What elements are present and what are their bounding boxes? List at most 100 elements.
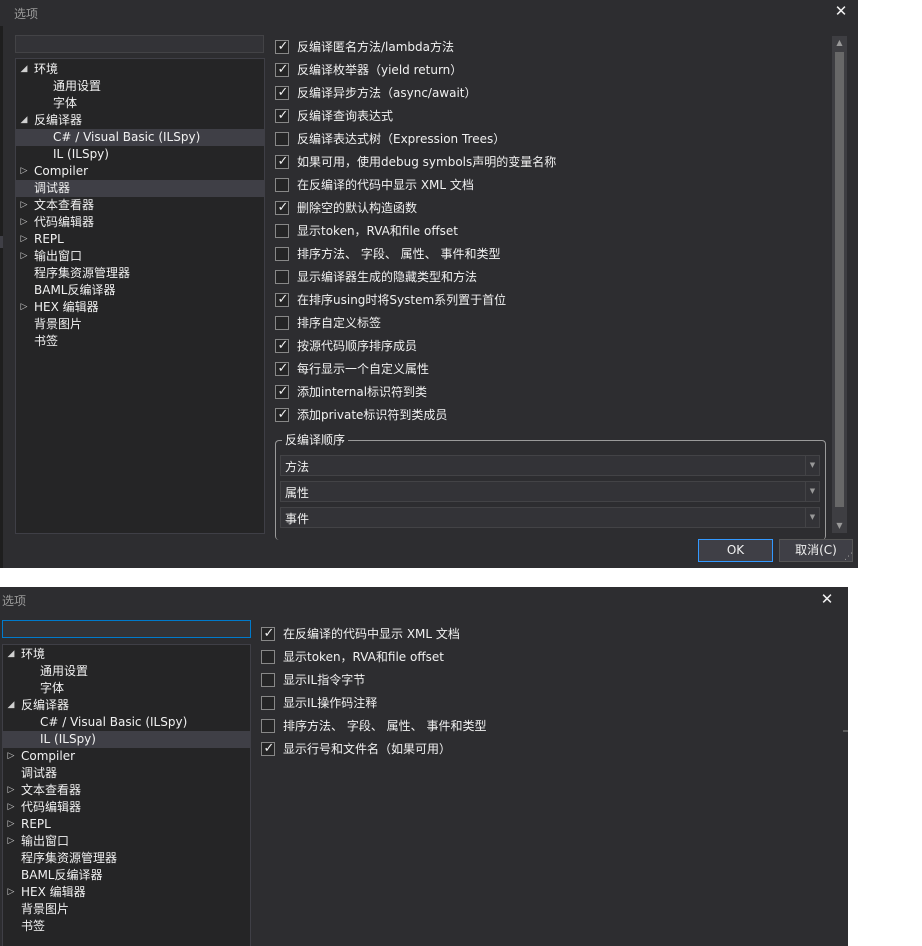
option-checkbox-row[interactable]: ✓ 删除空的默认构造函数 [272, 197, 832, 220]
triangle-collapsed-icon[interactable]: ▷ [6, 799, 16, 816]
option-checkbox[interactable] [275, 224, 289, 238]
tree-item[interactable]: C# / Visual Basic (ILSpy) [16, 129, 264, 146]
option-checkbox[interactable]: ✓ [275, 62, 289, 77]
triangle-collapsed-icon[interactable]: ▷ [6, 816, 16, 833]
tree-item[interactable]: ▷ Compiler [3, 748, 250, 765]
vertical-scrollbar[interactable]: ▲ ▼ [832, 36, 847, 533]
option-checkbox-row[interactable]: 在反编译的代码中显示 XML 文档 [272, 174, 832, 197]
tree-item[interactable]: ▷ 输出窗口 [16, 248, 264, 265]
chevron-down-icon[interactable]: ▼ [805, 508, 819, 527]
tree-item[interactable]: ▷ 代码编辑器 [3, 799, 250, 816]
options-tree[interactable]: ◢ 环境 通用设置 字体 ◢ 反编译器 C# / Visual Basic (ILSpy) I… [15, 58, 265, 534]
option-checkbox-row[interactable]: ✓ 如果可用，使用debug symbols声明的变量名称 [272, 151, 832, 174]
triangle-expanded-icon[interactable]: ◢ [6, 697, 16, 714]
tree-item[interactable]: ▷ REPL [16, 231, 264, 248]
tree-item[interactable]: 书签 [3, 918, 250, 935]
option-checkbox-row[interactable]: 排序自定义标签 [272, 312, 832, 335]
option-checkbox-row[interactable]: 显示编译器生成的隐藏类型和方法 [272, 266, 832, 289]
option-checkbox[interactable] [275, 270, 289, 284]
triangle-collapsed-icon[interactable]: ▷ [6, 782, 16, 799]
triangle-expanded-icon[interactable]: ◢ [6, 646, 16, 663]
triangle-collapsed-icon[interactable]: ▷ [6, 884, 16, 901]
tree-item[interactable]: ◢ 反编译器 [16, 112, 264, 129]
resize-grip-icon[interactable]: ⋰ [844, 552, 856, 564]
tree-item[interactable]: ▷ HEX 编辑器 [16, 299, 264, 316]
option-checkbox[interactable]: ✓ [275, 39, 289, 54]
option-checkbox-row[interactable]: ✓ 每行显示一个自定义属性 [272, 358, 832, 381]
tree-item[interactable]: 程序集资源管理器 [3, 850, 250, 867]
search-input[interactable] [2, 620, 251, 638]
option-checkbox[interactable]: ✓ [261, 626, 275, 641]
option-checkbox[interactable] [261, 673, 275, 687]
tree-item[interactable]: IL (ILSpy) [3, 731, 250, 748]
ok-button[interactable]: OK [698, 539, 773, 562]
option-checkbox[interactable]: ✓ [275, 407, 289, 422]
option-checkbox[interactable]: ✓ [275, 108, 289, 123]
option-checkbox-row[interactable]: ✓ 反编译查询表达式 [272, 105, 832, 128]
title-bar[interactable]: 选项 ✕ [0, 587, 848, 613]
option-checkbox-row[interactable]: ✓ 显示行号和文件名（如果可用） [258, 738, 838, 761]
option-checkbox-row[interactable]: ✓ 在排序using时将System系列置于首位 [272, 289, 832, 312]
triangle-expanded-icon[interactable]: ◢ [19, 61, 29, 78]
triangle-collapsed-icon[interactable]: ▷ [19, 214, 29, 231]
option-checkbox[interactable]: ✓ [261, 741, 275, 756]
order-combo-3[interactable]: 事件 ▼ [280, 507, 820, 528]
option-checkbox-row[interactable]: ✓ 反编译枚举器（yield return） [272, 59, 832, 82]
tree-item[interactable]: ▷ 代码编辑器 [16, 214, 264, 231]
option-checkbox-row[interactable]: 显示token，RVA和file offset [258, 646, 838, 669]
tree-item[interactable]: C# / Visual Basic (ILSpy) [3, 714, 250, 731]
tree-item[interactable]: ◢ 反编译器 [3, 697, 250, 714]
chevron-down-icon[interactable]: ▼ [805, 482, 819, 501]
tree-item[interactable]: BAML反编译器 [16, 282, 264, 299]
title-bar[interactable]: 选项 ✕ [0, 0, 858, 26]
option-checkbox[interactable] [261, 719, 275, 733]
tree-item[interactable]: ▷ 文本查看器 [3, 782, 250, 799]
option-checkbox-row[interactable]: ✓ 在反编译的代码中显示 XML 文档 [258, 623, 838, 646]
option-checkbox-row[interactable]: 排序方法、 字段、 属性、 事件和类型 [258, 715, 838, 738]
option-checkbox[interactable] [261, 650, 275, 664]
option-checkbox[interactable] [275, 247, 289, 261]
tree-item[interactable]: ▷ 文本查看器 [16, 197, 264, 214]
chevron-down-icon[interactable]: ▼ [805, 456, 819, 475]
option-checkbox[interactable] [275, 316, 289, 330]
order-combo-2[interactable]: 属性 ▼ [280, 481, 820, 502]
tree-item[interactable]: 背景图片 [3, 901, 250, 918]
option-checkbox-row[interactable]: ✓ 反编译异步方法（async/await） [272, 82, 832, 105]
tree-item[interactable]: IL (ILSpy) [16, 146, 264, 163]
tree-item[interactable]: ▷ 输出窗口 [3, 833, 250, 850]
option-checkbox[interactable] [275, 132, 289, 146]
close-icon[interactable]: ✕ [833, 3, 849, 19]
triangle-collapsed-icon[interactable]: ▷ [6, 833, 16, 850]
option-checkbox[interactable] [275, 178, 289, 192]
scrollbar-thumb[interactable] [835, 52, 844, 507]
option-checkbox-row[interactable]: ✓ 按源代码顺序排序成员 [272, 335, 832, 358]
option-checkbox[interactable]: ✓ [275, 361, 289, 376]
triangle-collapsed-icon[interactable]: ▷ [19, 163, 29, 180]
option-checkbox[interactable]: ✓ [275, 384, 289, 399]
cancel-button[interactable]: 取消(C) [779, 539, 853, 562]
tree-item[interactable]: ◢ 环境 [16, 61, 264, 78]
triangle-collapsed-icon[interactable]: ▷ [6, 748, 16, 765]
tree-item[interactable]: ▷ Compiler [16, 163, 264, 180]
option-checkbox[interactable]: ✓ [275, 200, 289, 215]
tree-item[interactable]: 通用设置 [16, 78, 264, 95]
tree-item[interactable]: 字体 [3, 680, 250, 697]
tree-item[interactable]: 书签 [16, 333, 264, 350]
option-checkbox[interactable]: ✓ [275, 338, 289, 353]
tree-item[interactable]: ▷ REPL [3, 816, 250, 833]
option-checkbox-row[interactable]: 显示IL指令字节 [258, 669, 838, 692]
triangle-collapsed-icon[interactable]: ▷ [19, 299, 29, 316]
tree-item[interactable]: 调试器 [16, 180, 264, 197]
option-checkbox[interactable] [261, 696, 275, 710]
scroll-down-icon[interactable]: ▼ [832, 519, 847, 533]
tree-item[interactable]: ▷ HEX 编辑器 [3, 884, 250, 901]
option-checkbox[interactable]: ✓ [275, 292, 289, 307]
option-checkbox-row[interactable]: 显示token，RVA和file offset [272, 220, 832, 243]
option-checkbox-row[interactable]: ✓ 添加private标识符到类成员 [272, 404, 832, 427]
option-checkbox[interactable]: ✓ [275, 154, 289, 169]
tree-item[interactable]: 背景图片 [16, 316, 264, 333]
triangle-expanded-icon[interactable]: ◢ [19, 112, 29, 129]
option-checkbox[interactable]: ✓ [275, 85, 289, 100]
option-checkbox-row[interactable]: 反编译表达式树（Expression Trees） [272, 128, 832, 151]
order-combo-1[interactable]: 方法 ▼ [280, 455, 820, 476]
